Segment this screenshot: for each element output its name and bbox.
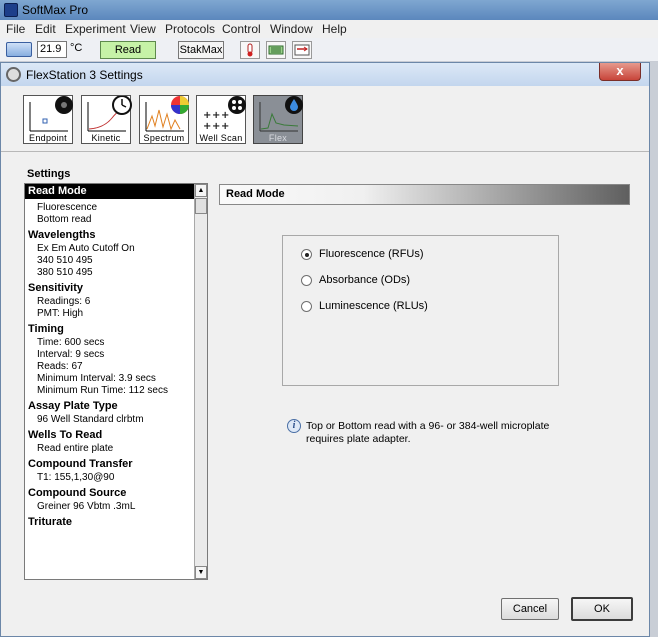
info-icon: i [287, 419, 301, 433]
list-item: Minimum Run Time: 112 secs [37, 385, 168, 396]
scroll-thumb[interactable] [195, 198, 207, 214]
mode-flex-button[interactable]: Flex [253, 95, 303, 144]
settings-item-timing[interactable]: Timing [25, 320, 207, 337]
mode-label: Well Scan [199, 133, 243, 143]
settings-item-assay-plate-type[interactable]: Assay Plate Type [25, 397, 207, 414]
settings-scrollbar[interactable]: ▲ ▼ [194, 184, 207, 579]
list-item: Minimum Interval: 3.9 secs [37, 373, 156, 384]
scroll-up-arrow-icon[interactable]: ▲ [195, 184, 207, 197]
menu-control[interactable]: Control [222, 22, 261, 36]
settings-item-wavelengths[interactable]: Wavelengths [25, 226, 207, 243]
mode-label: Kinetic [91, 133, 121, 143]
app-title-bar: SoftMax Pro [0, 0, 658, 20]
menu-view[interactable]: View [130, 22, 156, 36]
settings-item-read-mode[interactable]: Read Mode [25, 184, 195, 199]
read-type-bar: Endpoint Kinetic Spectrum + + + + + + We… [1, 86, 649, 152]
softmax-app-icon [4, 3, 18, 17]
list-item: 96 Well Standard clrbtm [37, 414, 144, 425]
mode-kinetic-button[interactable]: Kinetic [81, 95, 132, 144]
radio-label: Fluorescence (RFUs) [319, 248, 424, 260]
toolbar: 21.9 °C Read StakMax [0, 38, 658, 62]
list-item: Greiner 96 Vbtm .3mL [37, 501, 136, 512]
radio-button[interactable] [301, 275, 312, 286]
read-button[interactable]: Read [100, 41, 156, 59]
mode-wellscan-button[interactable]: + + + + + + Well Scan [196, 95, 246, 144]
plate-shake-icon[interactable] [266, 41, 286, 59]
menu-file[interactable]: File [6, 22, 25, 36]
radio-label: Absorbance (ODs) [319, 274, 411, 286]
dialog-icon [6, 67, 21, 82]
list-item: Fluorescence [37, 202, 98, 213]
dialog-title-bar: FlexStation 3 Settings x [1, 63, 649, 86]
list-item: 380 510 495 [37, 267, 93, 278]
menu-protocols[interactable]: Protocols [165, 22, 215, 36]
read-mode-header: Read Mode [219, 184, 630, 205]
settings-item-sensitivity[interactable]: Sensitivity [25, 279, 207, 296]
spectrum-icon [145, 96, 189, 132]
list-item: Read entire plate [37, 443, 114, 454]
settings-item-compound-transfer[interactable]: Compound Transfer [25, 455, 207, 472]
temperature-unit: °C [70, 42, 83, 54]
mode-endpoint-button[interactable]: Endpoint [23, 95, 73, 144]
settings-summary-list[interactable]: Read Mode Fluorescence Bottom read Wavel… [24, 183, 208, 580]
kinetic-icon [87, 96, 132, 132]
list-item: Time: 600 secs [37, 337, 105, 348]
well-scan-icon: + + + + + + [203, 96, 246, 132]
endpoint-icon [29, 96, 73, 132]
settings-item-wells-to-read[interactable]: Wells To Read [25, 426, 207, 443]
temperature-field[interactable]: 21.9 [37, 41, 67, 58]
menu-help[interactable]: Help [322, 22, 347, 36]
menu-edit[interactable]: Edit [35, 22, 56, 36]
settings-item-triturate[interactable]: Triturate [25, 513, 207, 530]
svg-text:+: + [203, 121, 211, 132]
thermometer-icon[interactable] [240, 41, 260, 59]
svg-text:+: + [203, 110, 211, 121]
mode-label: Spectrum [143, 133, 185, 143]
svg-text:+: + [221, 121, 229, 132]
temperature-icon[interactable] [6, 42, 32, 57]
menu-bar: File Edit Experiment View Protocols Cont… [0, 20, 658, 38]
mode-spectrum-button[interactable]: Spectrum [139, 95, 189, 144]
ok-button[interactable]: OK [571, 597, 633, 621]
list-item: 340 510 495 [37, 255, 93, 266]
radio-button[interactable] [301, 301, 312, 312]
list-item: Ex Em Auto Cutoff On [37, 243, 135, 254]
stakmax-button[interactable]: StakMax [178, 41, 224, 59]
list-item: Reads: 67 [37, 361, 83, 372]
dialog-title: FlexStation 3 Settings [26, 68, 143, 82]
menu-window[interactable]: Window [270, 22, 313, 36]
read-mode-options: Fluorescence (RFUs) Absorbance (ODs) Lum… [282, 235, 559, 386]
svg-text:+: + [212, 110, 220, 121]
scroll-down-arrow-icon[interactable]: ▼ [195, 566, 207, 579]
cancel-button[interactable]: Cancel [501, 598, 559, 620]
svg-text:+: + [221, 110, 229, 121]
plate-drawer-icon[interactable] [292, 41, 312, 59]
flex-icon [259, 96, 303, 132]
svg-text:+: + [212, 121, 220, 132]
plate-adapter-note: Top or Bottom read with a 96- or 384-wel… [306, 420, 550, 445]
list-item: Interval: 9 secs [37, 349, 105, 360]
radio-button[interactable] [301, 249, 312, 260]
settings-label: Settings [27, 168, 71, 180]
flexstation-settings-dialog: FlexStation 3 Settings x Endpoint Kineti… [0, 62, 650, 637]
list-item: Readings: 6 [37, 296, 91, 307]
app-title: SoftMax Pro [22, 3, 89, 17]
list-item: Bottom read [37, 214, 92, 225]
mode-label: Endpoint [29, 133, 67, 143]
list-item: T1: 155,1,30@90 [37, 472, 115, 483]
menu-experiment[interactable]: Experiment [65, 22, 126, 36]
list-item: PMT: High [37, 308, 84, 319]
radio-label: Luminescence (RLUs) [319, 300, 428, 312]
close-button[interactable]: x [599, 63, 641, 81]
settings-item-compound-source[interactable]: Compound Source [25, 484, 207, 501]
mode-label: Flex [268, 133, 288, 143]
